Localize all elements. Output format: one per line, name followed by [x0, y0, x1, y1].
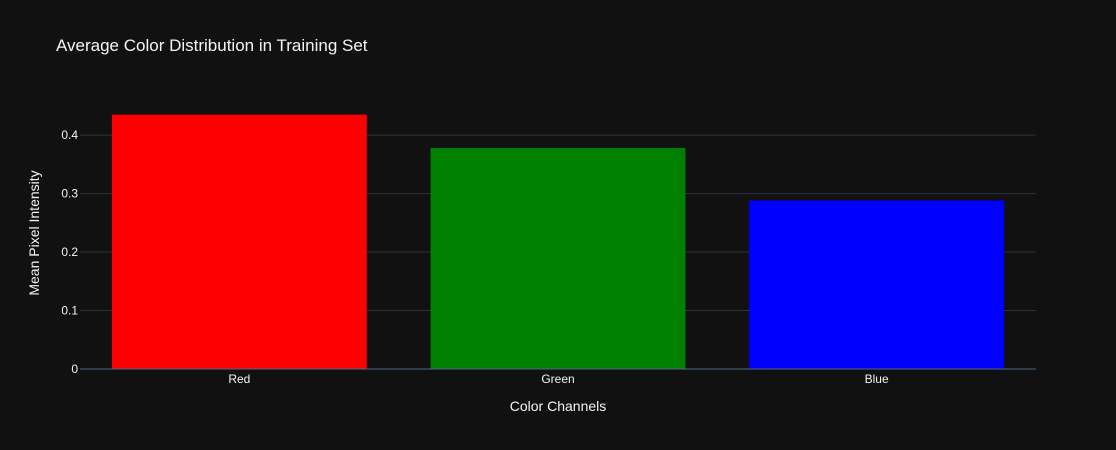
bar-red[interactable] [111, 114, 367, 369]
x-tick-label: Green [541, 372, 574, 386]
y-tick-label: 0.2 [61, 245, 78, 259]
chart-container: 0 0.1 0.2 0.3 0.4 Red Green Blue Average Color … [0, 0, 1116, 450]
bar-blue[interactable] [749, 200, 1005, 369]
x-tick-label: Blue [865, 372, 889, 386]
y-tick-label: 0.1 [61, 304, 78, 318]
bar-green[interactable] [430, 147, 686, 369]
y-tick-label: 0 [71, 362, 78, 376]
y-tick-label: 0.4 [61, 128, 78, 142]
x-tick-label: Red [228, 372, 250, 386]
y-axis-title: Mean Pixel Intensity [26, 170, 42, 295]
chart-title: Average Color Distribution in Training S… [56, 36, 368, 55]
x-axis-title: Color Channels [510, 398, 607, 414]
bar-chart: 0 0.1 0.2 0.3 0.4 Red Green Blue Average Color … [26, 36, 1036, 414]
y-tick-label: 0.3 [61, 187, 78, 201]
bars [111, 114, 1005, 369]
